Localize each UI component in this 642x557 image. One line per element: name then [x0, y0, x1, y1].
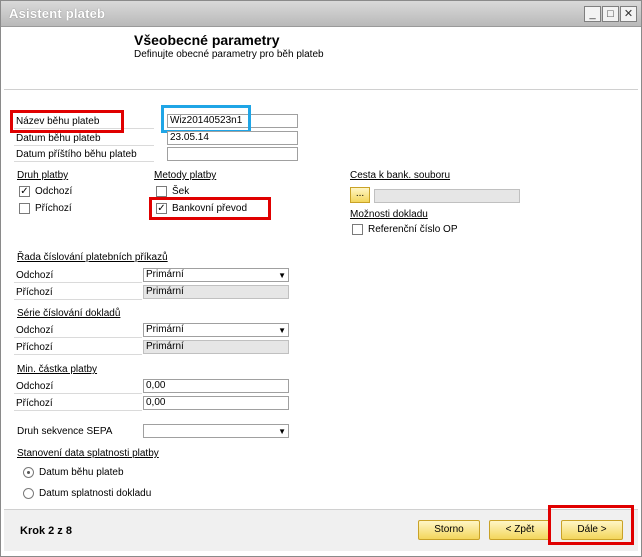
close-button[interactable]: ✕: [620, 6, 637, 22]
bank-file-path-field: [374, 189, 520, 203]
doc-series-outgoing-select[interactable]: Primární ▼: [143, 323, 289, 337]
minimize-button[interactable]: _: [584, 6, 601, 22]
next-run-date-label: Datum příštího běhu plateb: [14, 148, 154, 162]
min-amount-title: Min. částka platby: [17, 364, 98, 375]
bank-file-path-title: Cesta k bank. souboru: [350, 170, 451, 181]
due-date-run-radio[interactable]: [23, 467, 34, 478]
due-date-doc-radio[interactable]: [23, 488, 34, 499]
wizard-header: Všeobecné parametry Definujte obecné par…: [1, 28, 641, 88]
window-title: Asistent plateb: [9, 6, 106, 21]
doc-series-incoming-field: Primární: [143, 340, 289, 354]
page-subtitle: Definujte obecné parametry pro běh plate…: [134, 49, 324, 60]
incoming-label: Příchozí: [35, 203, 72, 214]
payment-methods-title: Metody platby: [154, 170, 217, 181]
doc-series-title: Série číslování dokladů: [17, 308, 121, 319]
due-date-run-label: Datum běhu plateb: [39, 467, 124, 478]
highlight-run-name-label: [10, 110, 124, 133]
sepa-label: Druh sekvence SEPA: [17, 426, 113, 437]
order-series-outgoing-label: Odchozí: [14, 269, 142, 283]
wizard-footer: Krok 2 z 8 Storno < Zpět Dále >: [4, 505, 638, 551]
min-amount-outgoing-label: Odchozí: [14, 380, 142, 394]
outgoing-checkbox[interactable]: ✓: [19, 186, 30, 197]
next-run-date-field[interactable]: [167, 147, 298, 161]
step-indicator: Krok 2 z 8: [20, 525, 72, 537]
back-button[interactable]: < Zpět: [489, 520, 551, 540]
reference-label: Referenční číslo OP: [368, 224, 458, 235]
cancel-button[interactable]: Storno: [418, 520, 480, 540]
highlight-next-button: [548, 505, 634, 545]
dropdown-arrow-icon: ▼: [278, 427, 286, 436]
order-series-outgoing-value: Primární: [146, 269, 184, 280]
page-title: Všeobecné parametry: [134, 32, 280, 48]
doc-options-title: Možnosti dokladu: [350, 209, 428, 220]
doc-series-outgoing-value: Primární: [146, 324, 184, 335]
payment-type-title: Druh platby: [17, 170, 69, 181]
doc-series-outgoing-label: Odchozí: [14, 324, 142, 338]
dropdown-arrow-icon: ▼: [278, 271, 286, 280]
min-amount-incoming-field[interactable]: 0,00: [143, 396, 289, 410]
sepa-select[interactable]: ▼: [143, 424, 289, 438]
highlight-run-name-value: [161, 105, 251, 133]
wizard-content: Název běhu plateb Wiz20140523n1 Datum bě…: [4, 89, 638, 507]
incoming-checkbox[interactable]: [19, 203, 30, 214]
due-date-title: Stanovení data splatnosti platby: [17, 448, 159, 459]
check-method-label: Šek: [172, 186, 190, 197]
order-series-outgoing-select[interactable]: Primární ▼: [143, 268, 289, 282]
outgoing-label: Odchozí: [35, 186, 73, 197]
check-method-checkbox[interactable]: [156, 186, 167, 197]
dropdown-arrow-icon: ▼: [278, 326, 286, 335]
order-series-incoming-label: Příchozí: [14, 286, 142, 300]
order-series-title: Řada číslování platebních příkazů: [17, 252, 168, 263]
doc-series-incoming-label: Příchozí: [14, 341, 142, 355]
maximize-button[interactable]: □: [602, 6, 619, 22]
run-date-label: Datum běhu plateb: [14, 132, 154, 146]
highlight-bank-transfer: [149, 197, 271, 220]
run-date-field[interactable]: 23.05.14: [167, 131, 298, 145]
reference-checkbox[interactable]: [352, 224, 363, 235]
min-amount-incoming-label: Příchozí: [14, 397, 142, 411]
min-amount-outgoing-field[interactable]: 0,00: [143, 379, 289, 393]
order-series-incoming-field: Primární: [143, 285, 289, 299]
due-date-doc-label: Datum splatnosti dokladu: [39, 488, 152, 499]
title-bar: Asistent plateb _ □ ✕: [1, 1, 641, 27]
payment-wizard-window: Asistent plateb _ □ ✕ Všeobecné parametr…: [0, 0, 642, 557]
browse-button[interactable]: ...: [350, 187, 370, 203]
